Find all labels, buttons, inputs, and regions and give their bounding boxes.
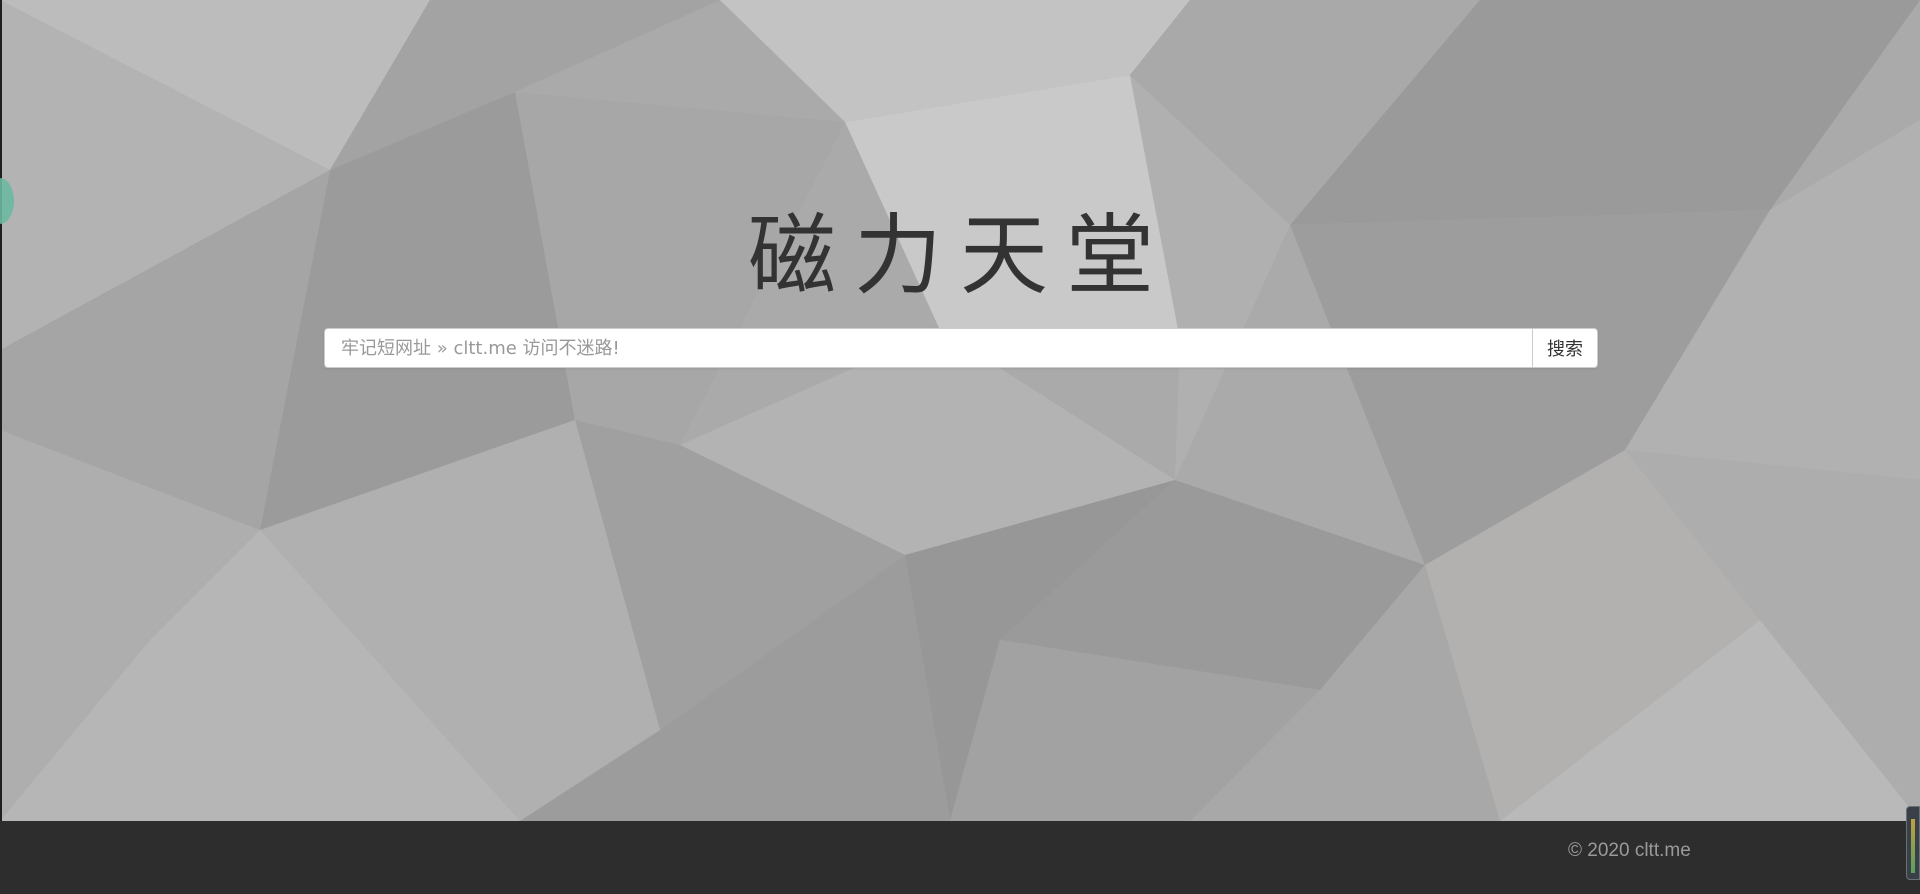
floating-widget-icon[interactable] [1906,806,1920,880]
search-form: 搜索 [324,328,1598,368]
left-edge-border [0,0,2,821]
background-low-poly [0,0,1920,821]
page: 磁力天堂 搜索 © 2020 cltt.me [0,0,1920,894]
search-input[interactable] [324,328,1532,368]
search-button[interactable]: 搜索 [1532,328,1598,368]
footer-copyright: © 2020 cltt.me [1568,840,1691,861]
widget-level-bar [1911,819,1915,873]
site-title: 磁力天堂 [747,204,1172,307]
